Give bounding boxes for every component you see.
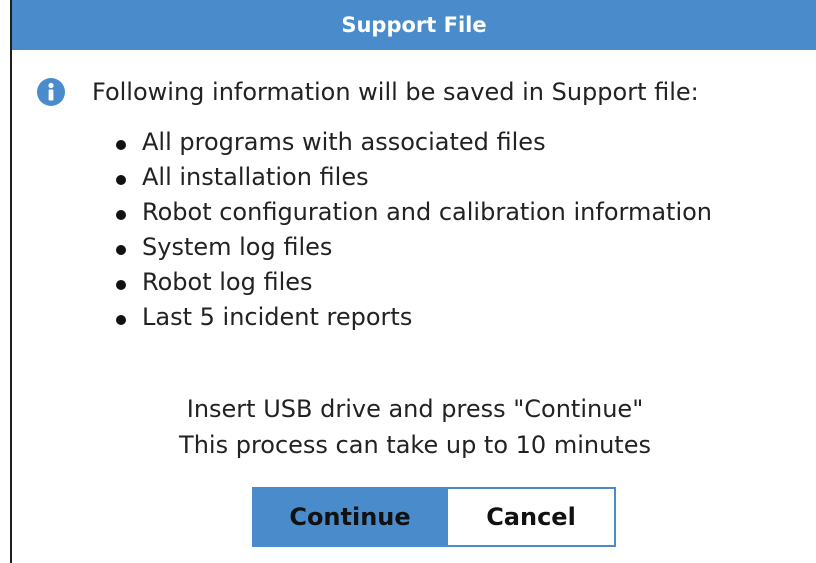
list-item: All programs with associated files [116,124,712,159]
info-text: Following information will be saved in S… [92,78,699,106]
support-file-dialog: Support File Following information will … [10,0,816,563]
bullet-icon [116,209,126,220]
list-item-label: Robot log files [142,267,313,296]
info-icon [37,78,65,106]
bullet-icon [116,139,126,150]
list-item-label: Last 5 incident reports [142,302,413,331]
saved-items-list: All programs with associated files All i… [116,124,712,334]
list-item: All installation files [116,159,712,194]
list-item-label: All programs with associated files [142,127,546,156]
bullet-icon [116,174,126,185]
continue-button[interactable]: Continue [252,487,448,547]
bullet-icon [116,279,126,290]
list-item-label: All installation files [142,162,369,191]
list-item-label: Robot configuration and calibration info… [142,197,713,226]
info-row: Following information will be saved in S… [36,74,699,110]
list-item: System log files [116,229,712,264]
bullet-icon [116,244,126,255]
dialog-title: Support File [12,0,816,50]
list-item: Robot configuration and calibration info… [116,194,712,229]
usb-instruction: Insert USB drive and press "Continue" [186,395,644,423]
duration-notice: This process can take up to 10 minutes [179,431,651,459]
list-item: Last 5 incident reports [116,299,712,334]
list-item-label: System log files [142,232,333,261]
list-item: Robot log files [116,264,712,299]
bullet-icon [116,314,126,325]
cancel-button[interactable]: Cancel [446,487,616,547]
